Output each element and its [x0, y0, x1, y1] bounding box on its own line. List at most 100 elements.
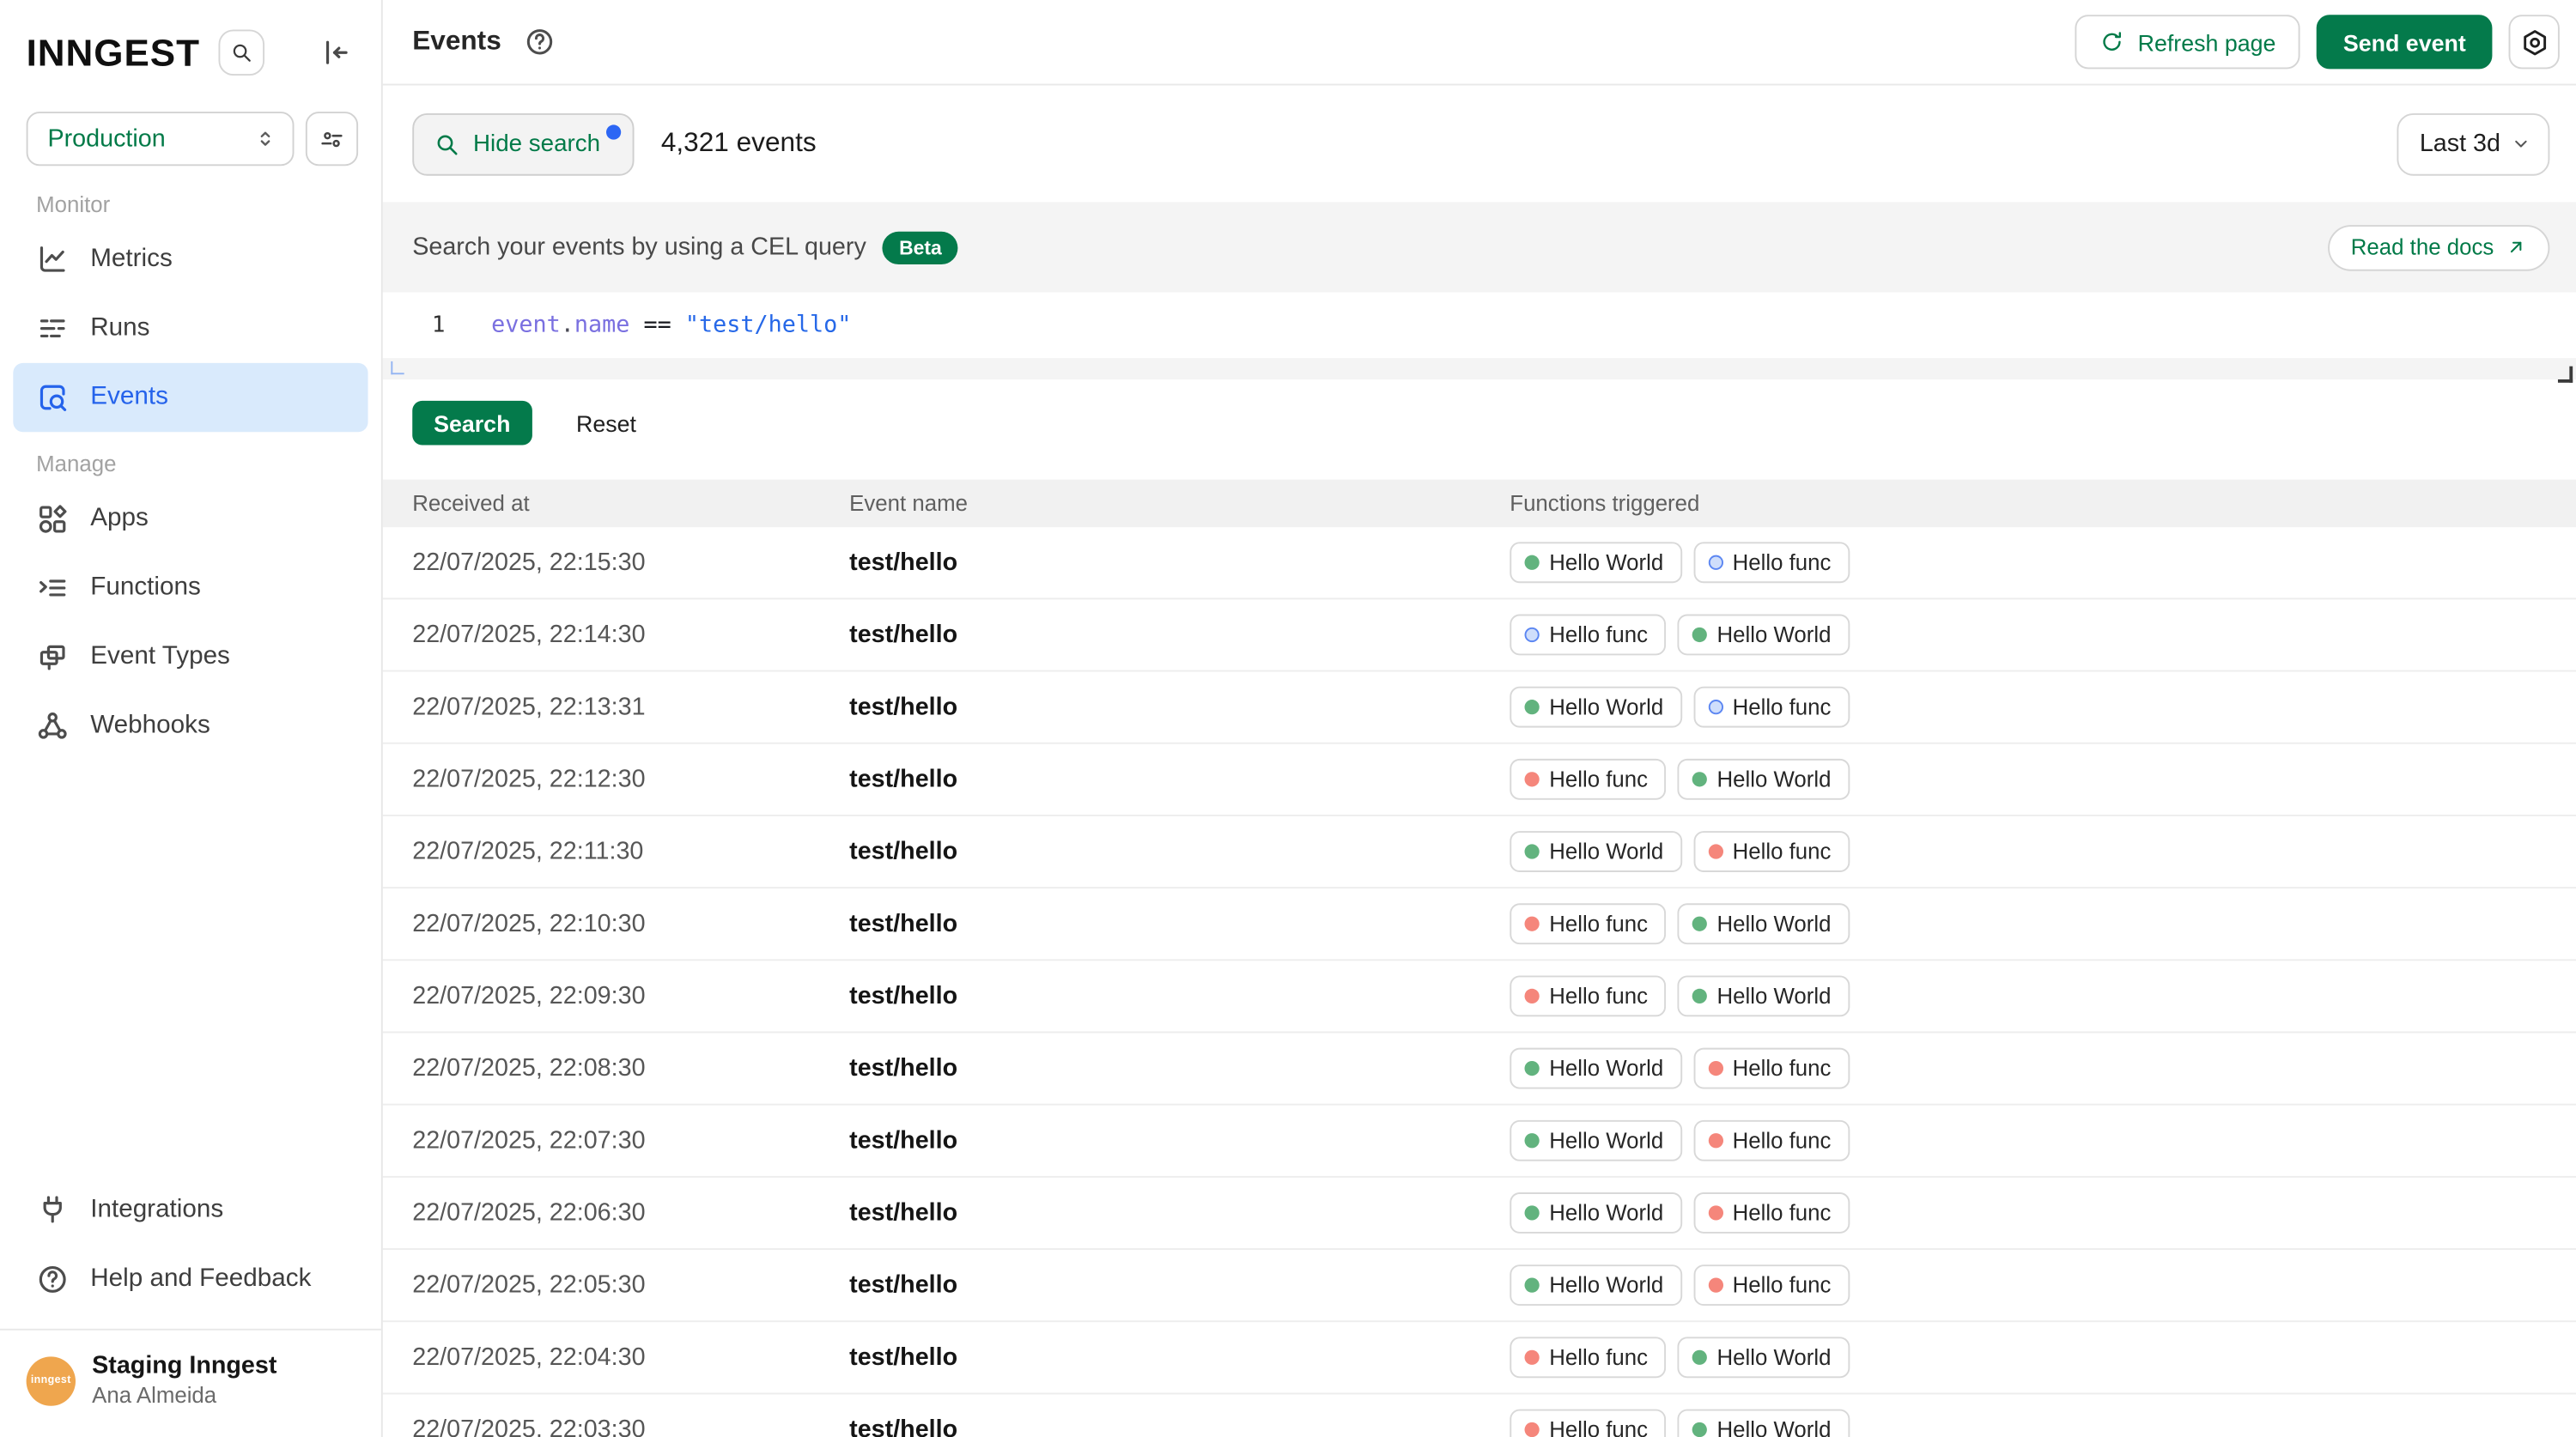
chevron-updown-icon [253, 126, 278, 151]
read-docs-button[interactable]: Read the docs [2328, 224, 2549, 270]
function-badge[interactable]: Hello func [1510, 1410, 1666, 1437]
help-icon[interactable] [525, 27, 556, 58]
sidebar-item-apps[interactable]: Apps [13, 484, 368, 553]
status-dot-completed [1525, 700, 1540, 714]
integrations-icon [36, 1193, 69, 1226]
function-badge[interactable]: Hello World [1678, 615, 1850, 656]
function-badge[interactable]: Hello func [1510, 759, 1666, 800]
table-row[interactable]: 22/07/2025, 22:05:30test/helloHello Worl… [383, 1250, 2576, 1322]
function-badge[interactable]: Hello func [1693, 1264, 1850, 1306]
functions-triggered-cell: Hello World Hello func [1510, 687, 2549, 728]
function-badge[interactable]: Hello World [1678, 1410, 1850, 1437]
functions-triggered-cell: Hello func Hello World [1510, 975, 2549, 1016]
sidebar-item-runs[interactable]: Runs [13, 294, 368, 362]
send-event-button[interactable]: Send event [2317, 15, 2492, 69]
status-dot-failed [1708, 844, 1722, 858]
inngest-app: INNGEST Production MonitorMetricsRunsEve… [0, 0, 2576, 1437]
function-badge[interactable]: Hello World [1678, 759, 1850, 800]
table-row[interactable]: 22/07/2025, 22:03:30test/helloHello func… [383, 1394, 2576, 1437]
table-header: Received at Event name Functions trigger… [383, 480, 2576, 527]
function-badge[interactable]: Hello func [1693, 687, 1850, 728]
function-badge[interactable]: Hello World [1510, 831, 1681, 872]
function-badge[interactable]: Hello func [1510, 1337, 1666, 1378]
page-title: Events [412, 27, 501, 58]
table-row[interactable]: 22/07/2025, 22:13:31test/helloHello Worl… [383, 672, 2576, 744]
function-badge[interactable]: Hello func [1510, 615, 1666, 656]
table-row[interactable]: 22/07/2025, 22:06:30test/helloHello Worl… [383, 1178, 2576, 1250]
status-dot-running [1708, 555, 1722, 570]
sidebar-search-button[interactable] [218, 29, 264, 76]
cel-query-editor[interactable]: 1 event.name == "test/hello" [383, 293, 2576, 359]
sidebar-footer: IntegrationsHelp and Feedback inngest St… [0, 1175, 381, 1437]
table-row[interactable]: 22/07/2025, 22:11:30test/helloHello Worl… [383, 816, 2576, 888]
hide-search-button[interactable]: Hide search [412, 112, 635, 175]
search-button[interactable]: Search [412, 401, 532, 446]
runs-icon [36, 312, 69, 345]
function-badge[interactable]: Hello func [1693, 542, 1850, 583]
function-badge[interactable]: Hello func [1693, 831, 1850, 872]
sidebar-item-help-and-feedback[interactable]: Help and Feedback [13, 1245, 368, 1313]
function-badge[interactable]: Hello World [1510, 687, 1681, 728]
reset-button[interactable]: Reset [576, 409, 636, 436]
sidebar-item-integrations[interactable]: Integrations [13, 1175, 368, 1244]
sidebar-item-webhooks[interactable]: Webhooks [13, 691, 368, 760]
main-content: Events Refresh page Send event Hide sear… [383, 0, 2576, 1437]
functions-triggered-cell: Hello World Hello func [1510, 831, 2549, 872]
function-badge[interactable]: Hello func [1693, 1048, 1850, 1089]
function-badge[interactable]: Hello World [1678, 975, 1850, 1016]
event-name-cell: test/hello [849, 1054, 1510, 1082]
sidebar-item-metrics[interactable]: Metrics [13, 225, 368, 294]
table-row[interactable]: 22/07/2025, 22:09:30test/helloHello func… [383, 961, 2576, 1033]
status-dot-failed [1525, 917, 1540, 931]
table-row[interactable]: 22/07/2025, 22:12:30test/helloHello func… [383, 744, 2576, 816]
function-badge[interactable]: Hello World [1510, 542, 1681, 583]
profile-menu[interactable]: inngest Staging Inngest Ana Almeida [0, 1328, 381, 1437]
cel-query-text: event.name == "test/hello" [491, 312, 851, 339]
function-badge-label: Hello World [1716, 984, 1831, 1009]
status-dot-completed [1692, 1350, 1707, 1365]
refresh-page-button[interactable]: Refresh page [2075, 15, 2300, 69]
function-badge[interactable]: Hello World [1678, 903, 1850, 944]
table-row[interactable]: 22/07/2025, 22:07:30test/helloHello Worl… [383, 1106, 2576, 1178]
events-table: Received at Event name Functions trigger… [383, 480, 2576, 1437]
environment-settings-button[interactable] [306, 112, 358, 166]
function-badge[interactable]: Hello func [1693, 1192, 1850, 1234]
functions-triggered-cell: Hello func Hello World [1510, 615, 2549, 656]
editor-resize-handle-right[interactable] [2558, 367, 2573, 383]
sidebar-item-label: Runs [90, 313, 149, 343]
status-dot-failed [1525, 989, 1540, 1003]
environment-selector[interactable]: Production [27, 112, 295, 166]
function-badge[interactable]: Hello func [1510, 975, 1666, 1016]
profile-org-name: Staging Inngest [92, 1351, 276, 1382]
sidebar: INNGEST Production MonitorMetricsRunsEve… [0, 0, 383, 1437]
functions-triggered-cell: Hello func Hello World [1510, 1337, 2549, 1378]
table-row[interactable]: 22/07/2025, 22:04:30test/helloHello func… [383, 1322, 2576, 1394]
function-badge[interactable]: Hello func [1693, 1120, 1850, 1161]
status-dot-running [1525, 628, 1540, 642]
status-dot-failed [1525, 1350, 1540, 1365]
cel-search-panel: Search your events by using a CEL query … [383, 202, 2576, 379]
table-row[interactable]: 22/07/2025, 22:14:30test/helloHello func… [383, 599, 2576, 671]
environment-row: Production [0, 95, 381, 166]
column-header-event-name: Event name [849, 491, 1510, 516]
table-row[interactable]: 22/07/2025, 22:08:30test/helloHello Worl… [383, 1033, 2576, 1105]
function-badge[interactable]: Hello func [1510, 903, 1666, 944]
function-badge-label: Hello func [1549, 767, 1648, 791]
time-range-selector[interactable]: Last 3d [2397, 112, 2549, 175]
function-badge[interactable]: Hello World [1678, 1337, 1850, 1378]
table-row[interactable]: 22/07/2025, 22:15:30test/helloHello Worl… [383, 527, 2576, 599]
function-badge[interactable]: Hello World [1510, 1120, 1681, 1161]
column-header-received-at: Received at [412, 491, 849, 516]
table-row[interactable]: 22/07/2025, 22:10:30test/helloHello func… [383, 888, 2576, 961]
function-badge[interactable]: Hello World [1510, 1048, 1681, 1089]
collapse-sidebar-button[interactable] [315, 33, 355, 72]
settings-button[interactable] [2509, 15, 2560, 69]
sidebar-item-events[interactable]: Events [13, 363, 368, 432]
sidebar-item-functions[interactable]: Functions [13, 554, 368, 622]
time-range-value: Last 3d [2420, 130, 2500, 158]
function-badge[interactable]: Hello World [1510, 1192, 1681, 1234]
editor-resize-handle-left[interactable] [391, 361, 404, 374]
sidebar-item-event-types[interactable]: Event Types [13, 622, 368, 691]
event-count: 4,321 events [661, 128, 817, 159]
function-badge[interactable]: Hello World [1510, 1264, 1681, 1306]
